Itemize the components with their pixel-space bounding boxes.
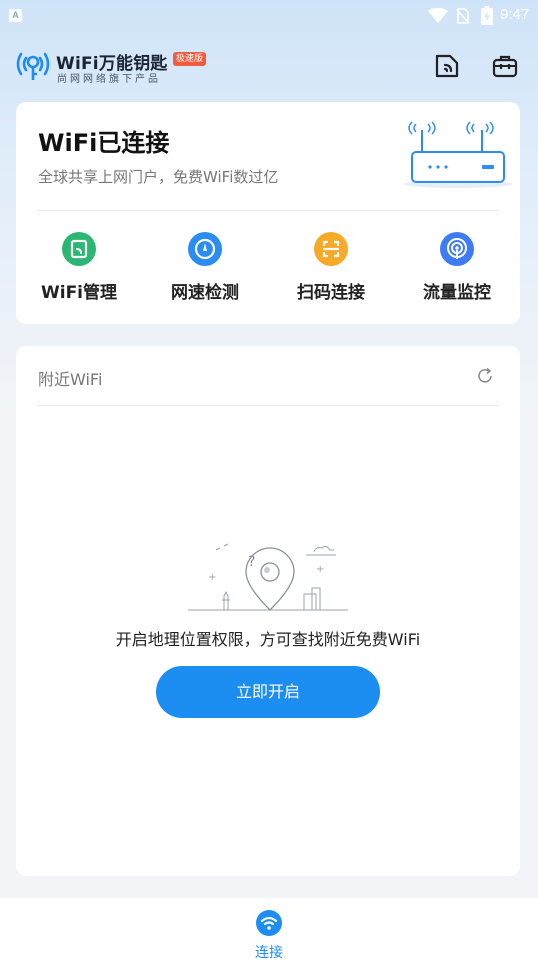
speed-test-icon xyxy=(188,232,222,266)
no-sim-icon xyxy=(456,8,470,24)
divider xyxy=(38,210,498,211)
router-icon xyxy=(404,121,512,188)
location-permission-text: 开启地理位置权限，方可查找附近免费WiFi xyxy=(115,630,421,649)
tool-traffic-monitor[interactable]: 流量监控 xyxy=(394,220,520,310)
bottom-navigation: 连接 xyxy=(0,898,538,968)
document-wifi-icon[interactable] xyxy=(433,52,461,80)
wifi-icon xyxy=(428,8,448,23)
app-header: WiFi万能钥匙 极速版 尚网网络旗下产品 xyxy=(0,44,538,90)
svg-text:+: + xyxy=(316,564,324,575)
svg-text:?: ? xyxy=(248,554,255,570)
battery-charging-icon xyxy=(481,6,493,25)
tool-wifi-manage[interactable]: WiFi管理 xyxy=(16,220,142,310)
tool-label: 扫码连接 xyxy=(297,283,365,303)
tool-label: 流量监控 xyxy=(423,283,491,303)
connection-status-subtitle: 全球共享上网门户，免费WiFi数过亿 xyxy=(38,168,279,186)
wifi-manage-icon xyxy=(62,232,96,266)
nav-item-connect[interactable]: 连接 xyxy=(240,898,298,968)
wifi-key-logo-icon xyxy=(16,52,50,80)
connection-status-card: WiFi已连接 全球共享上网门户，免费WiFi数过亿 WiFi管理 网速检测 扫… xyxy=(16,102,520,324)
nearby-wifi-card: 附近WiFi ? + + 开启地理位置权限，方可查找附近免费WiFi 立即开启 xyxy=(16,346,520,876)
tool-label: WiFi管理 xyxy=(40,283,118,303)
traffic-monitor-icon xyxy=(440,232,474,266)
app-notification-icon: A xyxy=(9,9,22,22)
scan-connect-icon xyxy=(314,232,348,266)
edition-badge: 极速版 xyxy=(173,52,207,66)
wifi-connect-icon xyxy=(256,910,282,936)
brand-subtitle: 尚网网络旗下产品 xyxy=(57,74,161,85)
tool-speed-test[interactable]: 网速检测 xyxy=(142,220,268,310)
divider xyxy=(38,405,498,406)
nearby-wifi-title: 附近WiFi xyxy=(38,370,103,389)
clock: 9:47 xyxy=(500,6,530,23)
quick-tools: WiFi管理 网速检测 扫码连接 流量监控 xyxy=(16,220,520,310)
svg-text:+: + xyxy=(208,572,216,583)
connection-status-title: WiFi已连接 xyxy=(38,129,170,157)
enable-location-button[interactable]: 立即开启 xyxy=(156,666,380,718)
toolbox-icon[interactable] xyxy=(491,52,519,80)
nav-label: 连接 xyxy=(255,945,283,961)
refresh-icon[interactable] xyxy=(476,367,494,385)
status-bar: A 9:47 xyxy=(0,0,538,30)
tool-scan-connect[interactable]: 扫码连接 xyxy=(268,220,394,310)
location-permission-illustration: ? + + xyxy=(188,543,348,611)
tool-label: 网速检测 xyxy=(171,283,239,303)
